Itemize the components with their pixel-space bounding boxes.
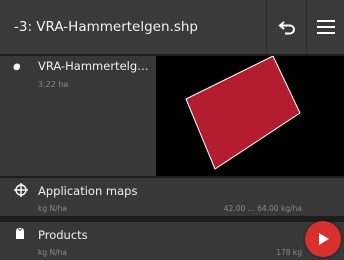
application-maps-row[interactable]: Application maps kg N/ha 42.00 ... 64.00… xyxy=(0,178,344,216)
crosshair-icon xyxy=(14,183,28,197)
products-row[interactable]: Products kg N/ha 178 kg xyxy=(0,222,344,260)
application-maps-range: 42.00 ... 64.00 kg/ha xyxy=(223,204,302,213)
file-dot-icon xyxy=(13,63,21,71)
application-maps-title: Application maps xyxy=(38,184,138,198)
field-map xyxy=(185,55,301,170)
back-button[interactable] xyxy=(266,0,306,54)
product-bag-icon xyxy=(16,227,24,239)
field-polygon xyxy=(185,55,301,170)
products-amount: 178 kg xyxy=(276,248,302,257)
menu-button[interactable] xyxy=(306,0,344,54)
hamburger-menu-icon xyxy=(316,20,335,34)
header-bar: -3: VRA-Hammertelgen.shp xyxy=(0,0,344,54)
file-entry[interactable]: VRA-Hammertelgen.s... 3.22 ha xyxy=(0,55,344,176)
file-info: VRA-Hammertelgen.s... 3.22 ha xyxy=(0,56,156,176)
page-title: -3: VRA-Hammertelgen.shp xyxy=(14,19,198,35)
file-area: 3.22 ha xyxy=(38,80,69,89)
undo-arrow-icon xyxy=(277,21,295,35)
file-name: VRA-Hammertelgen.s... xyxy=(38,59,154,73)
map-preview xyxy=(156,55,344,176)
start-button[interactable] xyxy=(305,221,341,257)
products-title: Products xyxy=(38,228,88,242)
products-unit: kg N/ha xyxy=(38,248,67,257)
play-icon xyxy=(319,233,329,245)
application-maps-unit: kg N/ha xyxy=(38,204,67,213)
